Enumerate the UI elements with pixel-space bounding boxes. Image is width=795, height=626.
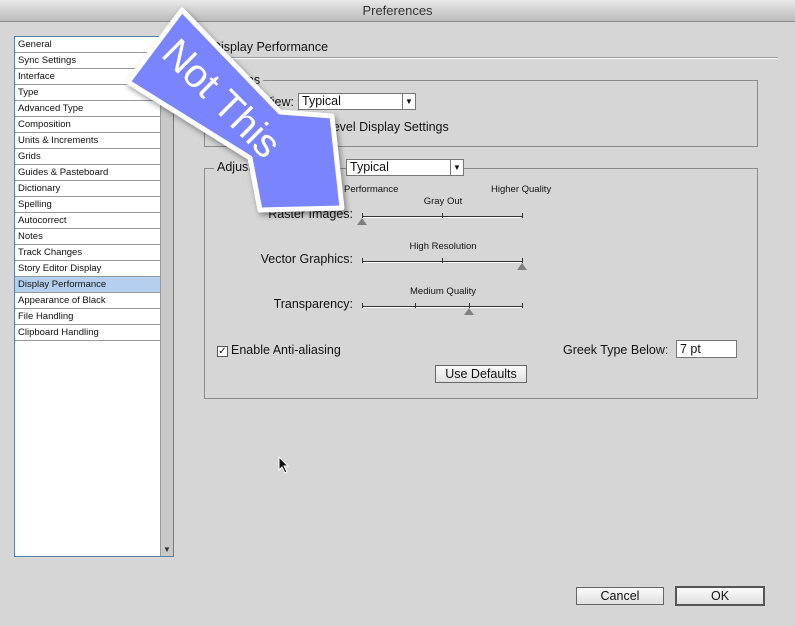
default-view-label: Default View: (220, 95, 294, 109)
preferences-category-list[interactable]: General Sync Settings Interface Type Advance… (14, 36, 174, 557)
slider[interactable] (362, 258, 527, 270)
list-scrollbar[interactable]: ▼ (160, 37, 173, 556)
section-title: Display Performance (212, 40, 329, 54)
sidebar-item[interactable]: Autocorrect (15, 213, 160, 229)
cancel-button[interactable]: Cancel (576, 587, 664, 605)
sidebar-item[interactable]: Grids (15, 149, 160, 165)
sidebar-item[interactable]: File Handling (15, 309, 160, 325)
scroll-down-icon[interactable]: ▼ (163, 545, 171, 554)
sidebar-item[interactable]: Notes (15, 229, 160, 245)
slider[interactable] (357, 213, 523, 225)
slider-thumb[interactable] (517, 263, 527, 270)
sidebar-item[interactable]: Story Editor Display (15, 261, 160, 277)
sidebar-item[interactable]: Units & Increments (15, 133, 160, 149)
slider-thumb[interactable] (463, 308, 474, 315)
mouse-cursor-icon (278, 456, 290, 474)
sidebar-item[interactable]: Composition (15, 117, 160, 133)
slider-label: Vector Graphics: (260, 252, 353, 266)
sidebar-item[interactable]: Guides & Pasteboard (15, 165, 160, 181)
chevron-down-icon: ▼ (450, 160, 463, 175)
sidebar-item[interactable]: Display Performance (15, 277, 160, 293)
higher-quality-label: Higher Quality (491, 184, 552, 195)
sidebar-item[interactable]: Interface (15, 69, 160, 85)
slider-label: Transparency: (273, 297, 353, 311)
better-performance-label: Better Performance (316, 184, 399, 195)
slider[interactable] (362, 303, 523, 315)
title-bar: Preferences (0, 0, 795, 22)
options-group-title: Options (214, 73, 264, 87)
greek-type-input[interactable]: 7 pt (676, 340, 737, 358)
slider-value-label: Gray Out (423, 196, 463, 207)
adjust-view-label: Adjust View Settings: (214, 160, 338, 174)
default-view-select[interactable]: Typical ▼ (298, 93, 416, 110)
checkbox-checked-icon: ✓ (217, 346, 228, 357)
sidebar-item[interactable]: Track Changes (15, 245, 160, 261)
sidebar-item[interactable]: General (15, 37, 160, 53)
chevron-down-icon: ▼ (402, 94, 415, 109)
sidebar-item[interactable]: Spelling (15, 197, 160, 213)
sidebar-item[interactable]: Sync Settings (15, 53, 160, 69)
sidebar-item[interactable]: Type (15, 85, 160, 101)
sidebar-item[interactable]: Appearance of Black (15, 293, 160, 309)
slider-label: Raster Images: (268, 207, 353, 221)
sidebar-item[interactable]: Advanced Type (15, 101, 160, 117)
use-defaults-button[interactable]: Use Defaults (435, 365, 527, 383)
slider-value-label: High Resolution (409, 241, 477, 252)
ok-button[interactable]: OK (675, 586, 765, 606)
options-group (204, 80, 758, 147)
sidebar-item[interactable]: Clipboard Handling (15, 325, 160, 341)
anti-aliasing-checkbox[interactable]: ✓ Enable Anti-aliasing (217, 343, 341, 357)
preserve-settings-checkbox[interactable]: Preserve Object-Level Display Settings (232, 120, 449, 134)
slider-value-label: Medium Quality (410, 286, 476, 297)
greek-type-label: Greek Type Below: (563, 343, 669, 357)
sidebar-item[interactable]: Dictionary (15, 181, 160, 197)
slider-thumb[interactable] (357, 218, 367, 225)
adjust-view-select[interactable]: Typical ▼ (346, 159, 464, 176)
